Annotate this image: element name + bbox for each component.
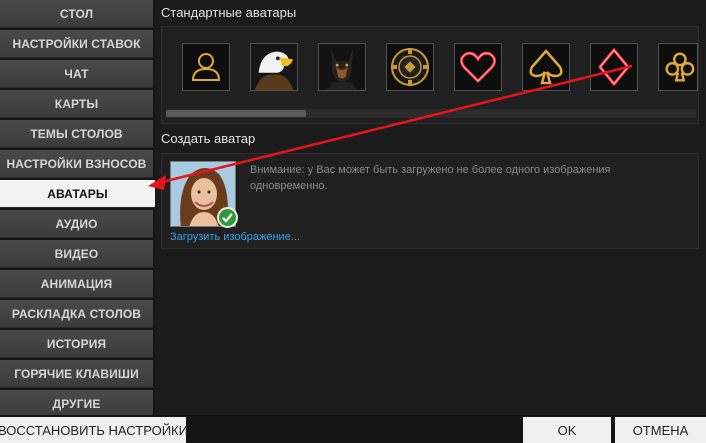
sidebar-item-table-layout[interactable]: РАСКЛАДКА СТОЛОВ xyxy=(0,300,153,328)
standard-avatars-list xyxy=(161,26,699,124)
sidebar-item-audio[interactable]: АУДИО xyxy=(0,210,153,238)
sidebar-item-cards[interactable]: КАРТЫ xyxy=(0,90,153,118)
cancel-button[interactable]: ОТМЕНА xyxy=(615,417,706,443)
sidebar-item-video[interactable]: ВИДЕО xyxy=(0,240,153,268)
avatar-option-poker-chip[interactable] xyxy=(386,43,434,91)
neon-heart-icon xyxy=(459,51,497,84)
standard-avatars-title: Стандартные аватары xyxy=(161,5,297,20)
neon-diamond-icon xyxy=(598,47,630,87)
avatar-option-neon-spade[interactable] xyxy=(522,43,570,91)
doberman-icon xyxy=(319,44,365,90)
eagle-icon xyxy=(251,44,297,90)
neon-spade-icon xyxy=(529,49,563,85)
upload-notice: Внимание: у Вас может быть загружено не … xyxy=(250,164,611,192)
sidebar-item-other[interactable]: ДРУГИЕ xyxy=(0,390,153,418)
person-outline-icon xyxy=(191,53,221,81)
sidebar-item-table-themes[interactable]: ТЕМЫ СТОЛОВ xyxy=(0,120,153,148)
sidebar-item-bet-settings[interactable]: НАСТРОЙКИ СТАВОК xyxy=(0,30,153,58)
avatars-scrollbar[interactable] xyxy=(166,109,696,118)
sidebar-item-table[interactable]: СТОЛ xyxy=(0,0,153,28)
sidebar-item-history[interactable]: ИСТОРИЯ xyxy=(0,330,153,358)
avatar-option-eagle[interactable] xyxy=(250,43,298,91)
ok-button[interactable]: OK xyxy=(523,417,611,443)
sidebar-item-chat[interactable]: ЧАТ xyxy=(0,60,153,88)
neon-club-icon xyxy=(665,52,695,82)
selected-check-icon xyxy=(217,207,238,228)
sidebar-item-animation[interactable]: АНИМАЦИЯ xyxy=(0,270,153,298)
sidebar-item-buyin-settings[interactable]: НАСТРОЙКИ ВЗНОСОВ xyxy=(0,150,153,178)
avatar-option-person[interactable] xyxy=(182,43,230,91)
avatar-option-doberman[interactable] xyxy=(318,43,366,91)
avatar-option-neon-club[interactable] xyxy=(658,43,698,91)
avatars-scroll-thumb[interactable] xyxy=(166,110,306,117)
poker-chip-icon xyxy=(391,48,429,86)
upload-image-link[interactable]: Загрузить изображение... xyxy=(170,231,300,243)
sidebar-item-hotkeys[interactable]: ГОРЯЧИЕ КЛАВИШИ xyxy=(0,360,153,388)
create-avatar-box: Загрузить изображение... Внимание: у Вас… xyxy=(161,153,699,249)
avatar-option-neon-diamond[interactable] xyxy=(590,43,638,91)
dialog-footer: ВОССТАНОВИТЬ НАСТРОЙКИ OK ОТМЕНА xyxy=(0,415,706,443)
sidebar-item-avatars[interactable]: АВАТАРЫ xyxy=(0,180,155,208)
create-avatar-title: Создать аватар xyxy=(161,131,256,146)
avatar-option-neon-heart[interactable] xyxy=(454,43,502,91)
settings-sidebar: СТОЛ НАСТРОЙКИ СТАВОК ЧАТ КАРТЫ ТЕМЫ СТО… xyxy=(0,0,155,418)
restore-settings-button[interactable]: ВОССТАНОВИТЬ НАСТРОЙКИ xyxy=(0,417,188,443)
avatars-panel: Стандартные аватары Создать аватар Загру… xyxy=(155,0,706,415)
